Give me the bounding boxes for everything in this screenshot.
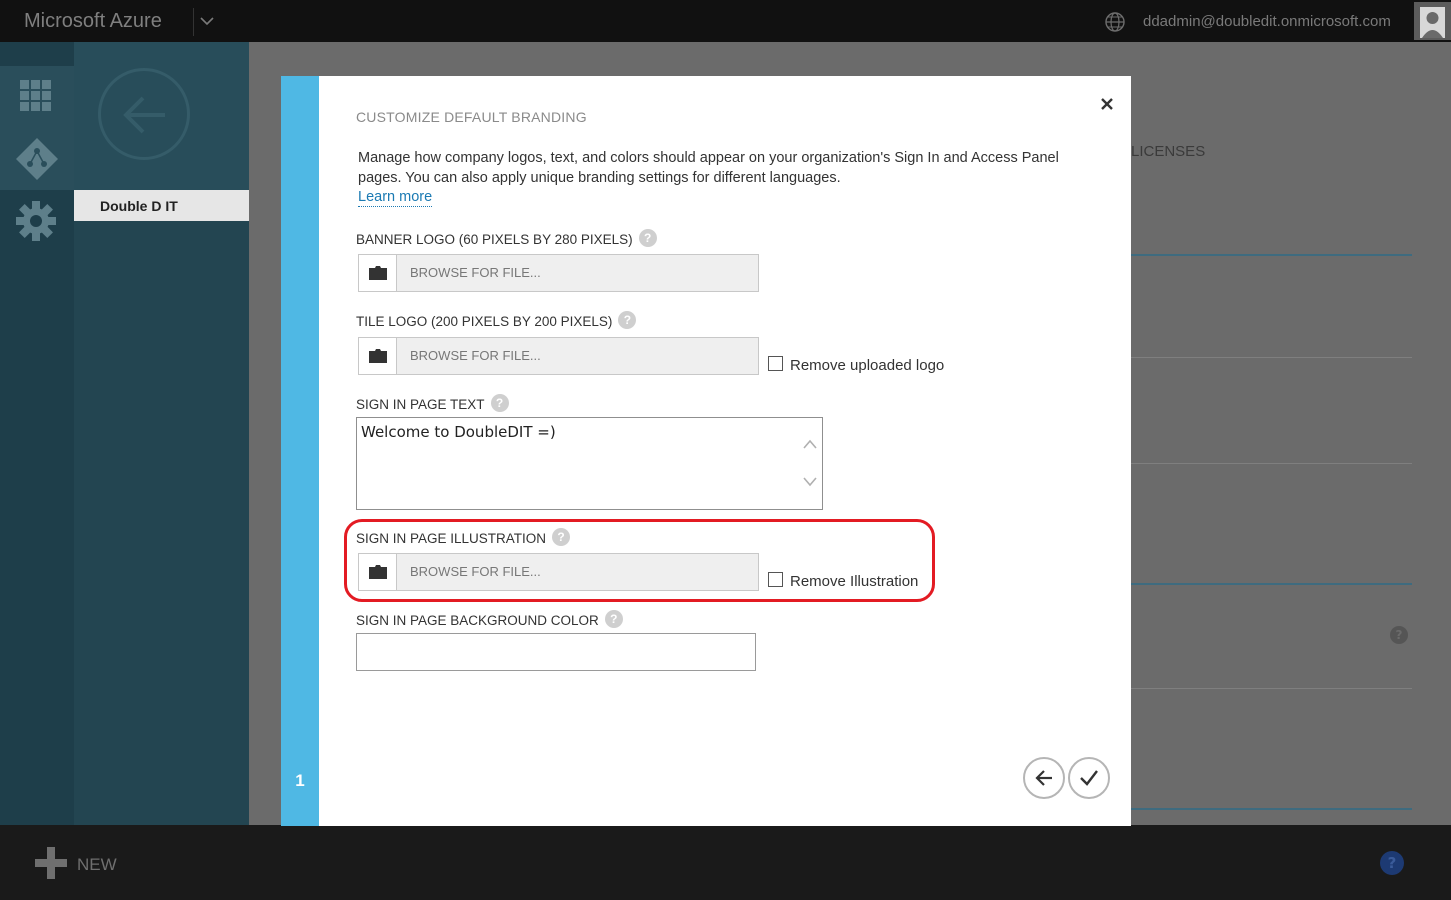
top-bar: Microsoft Azure ddadmin@doubledit.onmicr…: [0, 0, 1451, 42]
browse-placeholder: BROWSE FOR FILE...: [410, 265, 541, 280]
background-color-input[interactable]: [356, 633, 756, 671]
background-color-label: SIGN IN PAGE BACKGROUND COLOR?: [356, 610, 623, 628]
remove-logo-label: Remove uploaded logo: [790, 357, 945, 374]
help-icon[interactable]: ?: [618, 311, 637, 329]
back-button[interactable]: [98, 68, 190, 160]
divider: [1131, 808, 1412, 810]
command-bar: NEW ?: [0, 825, 1451, 900]
plus-icon[interactable]: [35, 847, 67, 879]
wizard-step-strip: 1: [281, 76, 319, 826]
tile-logo-label-text: TILE LOGO (200 PIXELS BY 200 PIXELS): [356, 314, 613, 329]
sign-in-text-label: SIGN IN PAGE TEXT?: [356, 394, 509, 412]
rail-item-all-items[interactable]: [0, 66, 74, 128]
remove-logo-row[interactable]: Remove uploaded logo: [768, 356, 944, 374]
remove-illustration-checkbox[interactable]: [768, 572, 783, 587]
grid-icon: [20, 80, 51, 111]
globe-icon[interactable]: [1104, 11, 1126, 33]
user-email[interactable]: ddadmin@doubledit.onmicrosoft.com: [1143, 13, 1391, 30]
sign-in-text-value: Welcome to DoubleDIT =): [361, 423, 556, 441]
background-color-label-text: SIGN IN PAGE BACKGROUND COLOR: [356, 613, 599, 628]
branding-dialog: 1 CUSTOMIZE DEFAULT BRANDING Manage how …: [281, 76, 1131, 826]
left-rail: [0, 42, 74, 825]
gear-icon: [16, 201, 56, 241]
sign-in-text-label-text: SIGN IN PAGE TEXT: [356, 397, 485, 412]
browse-placeholder: BROWSE FOR FILE...: [410, 348, 541, 363]
scroll-down-icon[interactable]: [802, 476, 818, 488]
help-icon[interactable]: ?: [638, 229, 657, 247]
learn-more-link[interactable]: Learn more: [358, 188, 433, 207]
illustration-file-picker[interactable]: BROWSE FOR FILE...: [358, 553, 759, 591]
arrow-left-icon: [1035, 770, 1052, 786]
illustration-label: SIGN IN PAGE ILLUSTRATION?: [356, 528, 571, 546]
browse-folder-button[interactable]: [359, 338, 397, 374]
tile-logo-file-picker[interactable]: BROWSE FOR FILE...: [358, 337, 759, 375]
browse-placeholder: BROWSE FOR FILE...: [410, 564, 541, 579]
remove-logo-checkbox[interactable]: [768, 356, 783, 371]
browse-folder-button[interactable]: [359, 255, 397, 291]
brand-dropdown[interactable]: [193, 8, 219, 36]
divider: [1131, 357, 1412, 358]
help-icon: ?: [1390, 626, 1408, 644]
folder-icon: [369, 266, 387, 280]
dialog-title: CUSTOMIZE DEFAULT BRANDING: [356, 109, 587, 125]
remove-illustration-label: Remove Illustration: [790, 573, 919, 590]
sign-in-text-area[interactable]: Welcome to DoubleDIT =): [356, 417, 823, 510]
azure-brand[interactable]: Microsoft Azure: [24, 10, 162, 33]
browse-folder-button[interactable]: [359, 554, 397, 590]
chevron-down-icon: [200, 17, 214, 26]
rail-item-active-directory[interactable]: [0, 128, 74, 190]
tab-licenses: LICENSES: [1131, 143, 1206, 160]
divider: [1131, 583, 1412, 585]
banner-logo-file-picker[interactable]: BROWSE FOR FILE...: [358, 254, 759, 292]
divider: [1131, 254, 1412, 256]
arrow-left-icon: [123, 96, 165, 134]
nav-header: [74, 42, 249, 190]
folder-icon: [369, 349, 387, 363]
checkmark-icon: [1080, 770, 1098, 786]
divider: [1131, 463, 1412, 464]
scroll-up-icon[interactable]: [802, 438, 818, 450]
directory-nav: Double D IT: [74, 42, 249, 825]
help-button[interactable]: ?: [1380, 851, 1404, 875]
avatar[interactable]: [1414, 2, 1451, 40]
user-silhouette-icon: [1420, 7, 1445, 38]
step-number: 1: [295, 771, 305, 790]
banner-logo-label: BANNER LOGO (60 PIXELS BY 280 PIXELS)?: [356, 229, 657, 247]
dialog-description: Manage how company logos, text, and colo…: [358, 150, 1059, 186]
help-icon[interactable]: ?: [490, 394, 509, 412]
previous-button[interactable]: [1023, 757, 1065, 799]
folder-icon: [369, 565, 387, 579]
active-directory-icon: [16, 138, 58, 180]
nav-item-directory[interactable]: Double D IT: [74, 190, 249, 221]
tile-logo-label: TILE LOGO (200 PIXELS BY 200 PIXELS)?: [356, 311, 637, 329]
remove-illustration-row[interactable]: Remove Illustration: [768, 572, 918, 590]
illustration-label-text: SIGN IN PAGE ILLUSTRATION: [356, 531, 547, 546]
help-icon[interactable]: ?: [604, 610, 623, 628]
rail-item-settings[interactable]: [0, 190, 74, 252]
complete-button[interactable]: [1068, 757, 1110, 799]
help-icon[interactable]: ?: [552, 528, 571, 546]
new-button[interactable]: NEW: [77, 855, 117, 875]
banner-logo-label-text: BANNER LOGO (60 PIXELS BY 280 PIXELS): [356, 232, 633, 247]
close-icon[interactable]: [1097, 94, 1117, 114]
divider: [1131, 688, 1412, 689]
